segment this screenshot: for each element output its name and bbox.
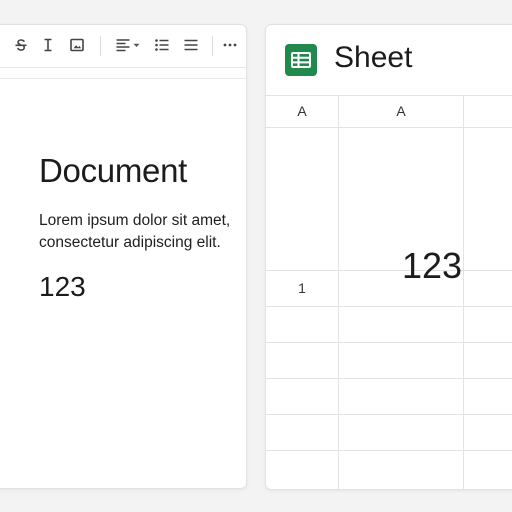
grid-line [463, 95, 464, 489]
grid-line [266, 127, 512, 128]
document-title[interactable]: Document [39, 152, 187, 190]
column-header[interactable]: A [297, 103, 306, 119]
document-window: Document Lorem ipsum dolor sit amet, con… [0, 24, 247, 489]
more-button[interactable] [218, 33, 242, 57]
document-toolbar [0, 25, 246, 68]
bulleted-list-icon [154, 37, 170, 53]
text-cursor-icon [41, 37, 55, 53]
ruler [0, 78, 246, 79]
grid-line [266, 450, 512, 451]
strikethrough-button[interactable] [9, 33, 33, 57]
grid-line [266, 414, 512, 415]
image-icon [69, 37, 85, 53]
chevron-down-icon [133, 43, 140, 48]
strikethrough-icon [13, 37, 29, 53]
toolbar-divider [100, 36, 101, 56]
grid-line [266, 270, 512, 271]
toolbar-divider [212, 36, 213, 56]
grid-line [338, 95, 339, 489]
spreadsheet-grid[interactable]: A A 123 1 [266, 95, 512, 489]
grid-line [266, 342, 512, 343]
text-cursor-button[interactable] [36, 33, 60, 57]
align-left-icon [115, 37, 131, 53]
row-header[interactable]: 1 [298, 280, 306, 296]
bulleted-list-button[interactable] [150, 33, 174, 57]
lines-icon [183, 37, 199, 53]
grid-line [266, 378, 512, 379]
document-body-text[interactable]: Lorem ipsum dolor sit amet, consectetur … [39, 210, 246, 254]
column-header[interactable]: A [396, 103, 405, 119]
sheet-window: Sheet A A 123 1 [265, 24, 512, 490]
more-horizontal-icon [223, 43, 237, 47]
sheets-logo-icon [285, 44, 317, 76]
document-number[interactable]: 123 [39, 271, 86, 303]
line-spacing-button[interactable] [179, 33, 203, 57]
insert-image-button[interactable] [65, 33, 89, 57]
grid-line [266, 306, 512, 307]
sheet-title[interactable]: Sheet [334, 41, 412, 75]
sheet-header: Sheet [266, 25, 512, 96]
align-button[interactable] [115, 33, 147, 57]
